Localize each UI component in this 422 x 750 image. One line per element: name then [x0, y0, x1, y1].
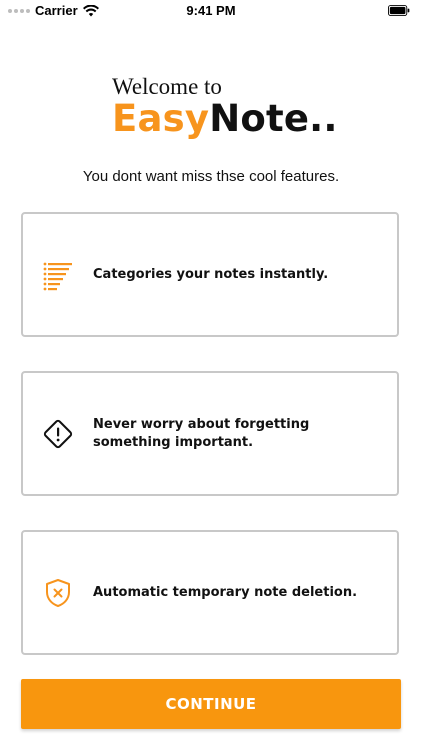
battery-icon [388, 5, 410, 16]
status-bar: Carrier 9:41 PM [0, 0, 422, 22]
feature-card-reminders: Never worry about forgetting something i… [21, 371, 399, 496]
feature-text: Never worry about forgetting something i… [93, 416, 310, 450]
list-icon [42, 259, 74, 291]
feature-text: Categories your notes instantly. [93, 266, 329, 282]
status-time: 9:41 PM [186, 3, 236, 18]
feature-text: Automatic temporary note deletion. [93, 584, 358, 600]
warning-icon [42, 418, 74, 450]
feature-card-deletion: Automatic temporary note deletion. [21, 530, 399, 655]
brand-logo: EasyNote.. [112, 97, 338, 140]
feature-card-categories: Categories your notes instantly. [21, 212, 399, 337]
shield-x-icon [42, 577, 74, 609]
brand-easy: Easy [112, 97, 210, 140]
brand-note: Note.. [209, 97, 338, 140]
subtitle: You dont want miss thse cool features. [82, 168, 340, 185]
continue-button[interactable]: CONTINUE [21, 679, 401, 729]
